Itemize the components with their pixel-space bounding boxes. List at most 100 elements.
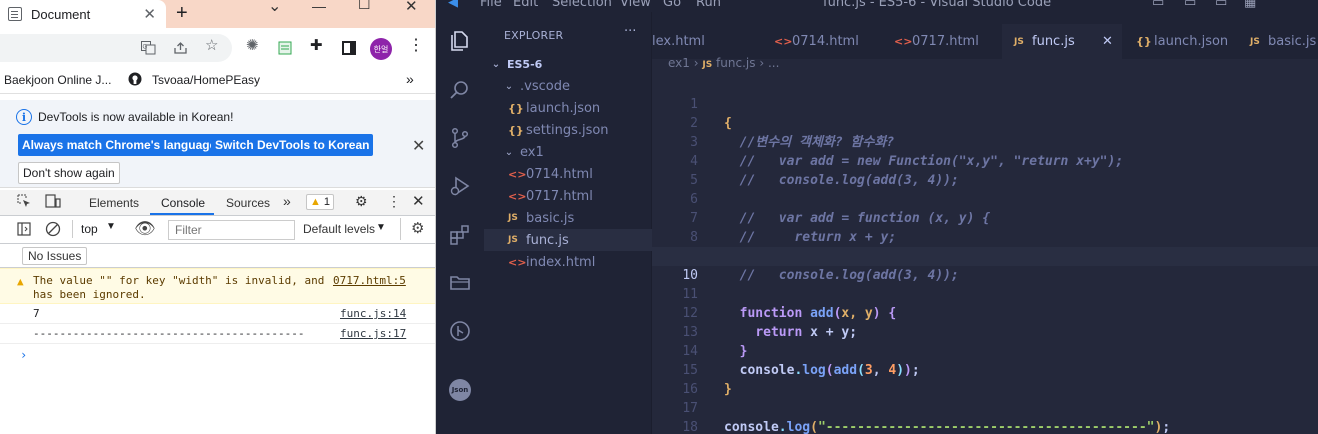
extensions-icon[interactable]: [448, 223, 472, 247]
dont-show-again-button[interactable]: Don't show again: [18, 162, 120, 184]
maximize-button[interactable]: ☐: [358, 0, 371, 13]
js-file-icon: JS: [508, 213, 518, 223]
code-line: 13 }: [652, 304, 1318, 359]
tree-file-basic-js[interactable]: JS basic.js: [484, 207, 652, 229]
document-icon: [8, 7, 22, 21]
share-icon[interactable]: [173, 41, 188, 57]
bookmark-homepeasy[interactable]: Tsvoaa/HomePEasy: [152, 73, 260, 87]
explorer-more-icon[interactable]: ···: [624, 24, 636, 39]
html-file-icon: <>: [894, 35, 913, 48]
info-icon: i: [16, 109, 32, 125]
minimize-button[interactable]: —: [312, 0, 326, 14]
console-filter-input[interactable]: [168, 220, 295, 240]
message-source-link[interactable]: func.js:17: [340, 327, 406, 340]
address-bar[interactable]: [0, 34, 232, 62]
html-file-icon: <>: [508, 255, 527, 269]
tree-file-func-js[interactable]: JS func.js: [484, 229, 652, 251]
clear-console-icon[interactable]: [45, 221, 61, 240]
extension-gear-icon[interactable]: ✺: [246, 38, 259, 53]
warnings-badge[interactable]: ▲ 1: [306, 194, 335, 210]
menu-go[interactable]: Go: [663, 0, 681, 10]
tree-root-es5-6[interactable]: ⌄ ES5-6: [484, 53, 652, 75]
profile-avatar[interactable]: 한얼: [370, 38, 392, 60]
warning-icon: ▲: [17, 275, 24, 288]
console-log-message: 7 func.js:14: [0, 304, 435, 324]
tab-console[interactable]: Console: [161, 196, 205, 210]
menu-edit[interactable]: Edit: [513, 0, 538, 10]
source-control-icon[interactable]: [448, 126, 472, 150]
bookmark-star-icon[interactable]: ☆: [205, 38, 218, 53]
more-tabs-button[interactable]: »: [283, 193, 291, 209]
editor-tab-0714-html[interactable]: <> 0714.html: [762, 24, 882, 59]
git-graph-icon[interactable]: [448, 319, 472, 343]
console-prompt[interactable]: ›: [20, 348, 27, 362]
breadcrumb-file[interactable]: func.js: [716, 56, 755, 70]
menu-file[interactable]: File: [480, 0, 502, 10]
tab-sources[interactable]: Sources: [226, 196, 270, 210]
code-editor[interactable]: 1 { 2 //변수의 객체화? 함수화? 3 // var add = new…: [652, 70, 1318, 434]
close-icon[interactable]: ✕: [1102, 34, 1113, 49]
tab-elements[interactable]: Elements: [89, 196, 139, 210]
bookmark-baekjoon[interactable]: Baekjoon Online J...: [4, 73, 111, 87]
message-text: The value "" for key "width" is invalid,…: [33, 274, 325, 301]
new-tab-button[interactable]: +: [176, 2, 188, 25]
menu-selection[interactable]: Selection: [552, 0, 612, 10]
message-source-link[interactable]: 0717.html:5: [333, 274, 406, 287]
code-line: 18: [652, 399, 1318, 434]
translate-icon[interactable]: G: [141, 41, 156, 57]
search-icon[interactable]: [448, 78, 472, 102]
devtools-settings-icon[interactable]: ⚙: [355, 193, 368, 210]
extension-sheet-icon[interactable]: [278, 41, 292, 57]
devtools-close-icon[interactable]: ✕: [412, 192, 425, 210]
layout-secondary-icon[interactable]: ▭: [1215, 0, 1227, 10]
editor-tab-lex-html[interactable]: lex.html: [652, 24, 762, 59]
context-selector[interactable]: top: [81, 222, 98, 236]
close-window-button[interactable]: ✕: [405, 0, 418, 15]
folder-stack-icon[interactable]: [448, 270, 472, 294]
eye-icon[interactable]: 👁: [134, 219, 156, 239]
run-debug-icon[interactable]: [448, 174, 472, 198]
no-issues-button[interactable]: No Issues: [22, 247, 88, 265]
console-settings-icon[interactable]: ⚙: [411, 219, 424, 237]
warning-count: 1: [323, 196, 331, 208]
editor-tab-basic-js[interactable]: JS basic.js: [1244, 24, 1318, 59]
code-line: 1 {: [652, 76, 1318, 131]
editor-tab-launch-json[interactable]: {} launch.json: [1122, 24, 1244, 59]
layout-custom-icon[interactable]: ▦: [1244, 0, 1256, 10]
chrome-menu-icon[interactable]: ⋮: [408, 38, 424, 54]
match-chrome-language-button[interactable]: Always match Chrome's language: [18, 134, 221, 156]
tree-folder-ex1[interactable]: ⌄ ex1: [484, 141, 652, 163]
tree-file-0717-html[interactable]: <> 0717.html: [484, 185, 652, 207]
explorer-files-icon[interactable]: [448, 29, 472, 53]
inspect-element-icon[interactable]: [17, 194, 31, 211]
tree-file-0714-html[interactable]: <> 0714.html: [484, 163, 652, 185]
sidebar-toggle-icon[interactable]: [17, 222, 31, 239]
layout-panel-icon[interactable]: ▭: [1184, 0, 1196, 10]
device-toolbar-icon[interactable]: [45, 194, 61, 211]
tab-search-icon[interactable]: ⌄: [268, 0, 281, 16]
breadcrumb-folder[interactable]: ex1: [668, 56, 690, 70]
devtools-menu-icon[interactable]: ⋮: [387, 193, 401, 210]
breadcrumb-symbol[interactable]: ...: [768, 56, 779, 70]
tree-file-settings-json[interactable]: {} settings.json: [484, 119, 652, 141]
code-line: 15 }: [652, 342, 1318, 397]
side-panel-icon[interactable]: [342, 41, 356, 57]
infobar-close-icon[interactable]: ✕: [412, 136, 425, 156]
tree-file-index-html[interactable]: <> index.html: [484, 251, 652, 273]
menu-view[interactable]: View: [620, 0, 651, 10]
extensions-puzzle-icon[interactable]: ✚: [310, 38, 323, 53]
switch-devtools-korean-button[interactable]: Switch DevTools to Korean: [211, 134, 374, 156]
editor-tab-func-js[interactable]: JS func.js ✕: [1002, 24, 1122, 59]
browser-tab[interactable]: Document ✕: [0, 0, 166, 28]
tree-folder-vscode[interactable]: ⌄ .vscode: [484, 75, 652, 97]
message-source-link[interactable]: func.js:14: [340, 307, 406, 320]
log-levels-dropdown[interactable]: Default levels: [303, 222, 375, 236]
bookmarks-more-button[interactable]: »: [406, 71, 414, 87]
editor-tab-0717-html[interactable]: <> 0717.html: [882, 24, 1002, 59]
menu-run[interactable]: Run: [696, 0, 721, 10]
tab-close-icon[interactable]: ✕: [143, 5, 156, 23]
layout-sidebar-icon[interactable]: ▭: [1152, 0, 1164, 10]
code-line: 5: [652, 152, 1318, 188]
json-tool-icon[interactable]: Json: [449, 379, 471, 401]
tree-file-launch-json[interactable]: {} launch.json: [484, 97, 652, 119]
